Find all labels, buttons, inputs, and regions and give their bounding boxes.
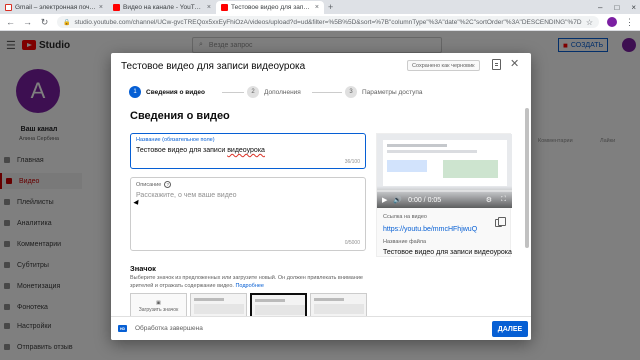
description-field[interactable]: Описание? Расскажите, о чем ваше видео 0…: [130, 177, 366, 251]
step-details[interactable]: 1 Сведения о видео: [129, 86, 205, 98]
video-frame: [383, 140, 507, 186]
lock-icon: 🔒: [63, 19, 71, 26]
video-frame-graphic: [443, 160, 498, 178]
next-button[interactable]: ДАЛЕЕ: [492, 321, 528, 337]
upload-details-dialog: Тестовое видео для записи видеоурока Сох…: [111, 53, 531, 340]
dialog-scrollbar[interactable]: [525, 108, 529, 248]
bookmark-star-icon[interactable]: ☆: [586, 18, 593, 27]
help-icon[interactable]: ?: [164, 181, 172, 188]
title-field[interactable]: Название (обязательное поле) Тестовое ви…: [130, 133, 366, 169]
dialog-footer: HD Обработка завершена ДАЛЕЕ: [111, 316, 531, 340]
step-number: 1: [129, 86, 141, 98]
title-char-counter: 36/100: [344, 159, 360, 165]
close-tab-icon[interactable]: ×: [207, 4, 211, 11]
hd-badge-icon: HD: [118, 325, 127, 332]
misspelled-word: видеоурока: [227, 147, 265, 154]
step-label: Параметры доступа: [362, 88, 423, 96]
dialog-title: Тестовое видео для записи видеоурока: [121, 61, 306, 72]
volume-icon[interactable]: 🔊: [393, 196, 402, 204]
step-visibility[interactable]: 3 Параметры доступа: [345, 86, 423, 98]
close-window-icon[interactable]: ×: [631, 3, 636, 12]
title-field-label: Название (обязательное поле): [136, 137, 215, 143]
play-icon[interactable]: ▶: [382, 196, 387, 204]
copy-icon[interactable]: [495, 217, 506, 227]
video-link[interactable]: https://youtu.be/mmcHFhjwuQ: [383, 226, 477, 233]
video-frame-graphic: [387, 160, 427, 172]
thumbnail-description: Выберите значок из предложенных или загр…: [130, 275, 365, 290]
close-icon[interactable]: ✕: [510, 57, 519, 70]
learn-more-link[interactable]: Подробнее: [235, 283, 264, 289]
description-placeholder: Расскажите, о чем ваше видео: [136, 192, 237, 199]
description-char-counter: 0/5000: [344, 240, 360, 246]
processing-status: Обработка завершена: [135, 325, 203, 332]
browser-tab-active[interactable]: Тестовое видео для записи вид ×: [216, 1, 324, 14]
new-tab-button[interactable]: +: [324, 1, 337, 14]
thumbnail-graphic: [314, 304, 364, 314]
close-tab-icon[interactable]: ×: [315, 4, 319, 11]
minimize-icon[interactable]: –: [598, 3, 602, 12]
address-bar[interactable]: 🔒 studio.youtube.com/channel/UCw-gvcTREQ…: [57, 16, 599, 28]
tab-title: Видео на канале - YouTube Studio: [123, 4, 204, 11]
youtube-favicon-icon: [221, 4, 228, 11]
step-connector: [312, 92, 342, 93]
browser-tab-studio[interactable]: Видео на канале - YouTube Studio ×: [108, 1, 216, 14]
browser-toolbar: ← → ↻ 🔒 studio.youtube.com/channel/UCw-g…: [0, 14, 640, 31]
title-field-value[interactable]: Тестовое видео для записи видеоурока: [136, 147, 265, 154]
browser-tabbar: Gmail – электронная почта и бесп × Видео…: [0, 0, 640, 14]
progress-bar[interactable]: [377, 190, 512, 192]
image-upload-icon: ▣: [156, 299, 161, 306]
browser-tab-gmail[interactable]: Gmail – электронная почта и бесп ×: [0, 1, 108, 14]
step-label: Дополнения: [264, 88, 301, 96]
section-heading: Сведения о видео: [130, 110, 230, 122]
window-controls: – □ ×: [598, 0, 636, 14]
step-number: 3: [345, 86, 357, 98]
gmail-favicon-icon: [5, 4, 12, 11]
address-text: studio.youtube.com/channel/UCw-gvcTREQox…: [74, 18, 582, 26]
step-number: 2: [247, 86, 259, 98]
video-player[interactable]: ▶ 🔊 0:00 / 0:05 ⚙ ⛶: [377, 134, 512, 208]
thumbnail-graphic: [255, 299, 285, 302]
step-label: Сведения о видео: [146, 88, 205, 96]
step-connector: [222, 92, 244, 93]
close-tab-icon[interactable]: ×: [99, 4, 103, 11]
reload-icon[interactable]: ↻: [40, 17, 49, 28]
fullscreen-icon[interactable]: ⛶: [501, 196, 506, 204]
browser-menu-icon[interactable]: ⋮: [625, 17, 634, 28]
thumbnail-heading: Значок: [130, 264, 156, 273]
maximize-icon[interactable]: □: [614, 3, 619, 12]
video-frame-graphic: [387, 150, 477, 153]
video-link-label: Ссылка на видео: [383, 214, 427, 220]
thumbnail-graphic: [314, 298, 344, 301]
settings-gear-icon[interactable]: ⚙: [486, 196, 492, 204]
forward-icon[interactable]: →: [23, 17, 32, 27]
player-left-controls: ▶ 🔊 0:00 / 0:05: [382, 196, 442, 205]
thumbnail-graphic: [255, 305, 305, 315]
video-frame-graphic: [387, 144, 447, 147]
description-field-label: Описание?: [136, 181, 172, 188]
description-label-text: Описание: [136, 181, 162, 188]
player-time: 0:00 / 0:05: [408, 196, 442, 204]
video-preview-card: ▶ 🔊 0:00 / 0:05 ⚙ ⛶ Ссылка на видео http…: [376, 133, 512, 257]
browser-profile-avatar[interactable]: [607, 17, 617, 27]
youtube-favicon-icon: [113, 4, 120, 11]
step-extras[interactable]: 2 Дополнения: [247, 86, 301, 98]
back-icon[interactable]: ←: [6, 17, 15, 27]
tab-title: Gmail – электронная почта и бесп: [15, 4, 96, 11]
filename-value: Тестовое видео для записи видеоурока: [383, 249, 512, 256]
draft-saved-badge: Сохранено как черновик: [407, 60, 480, 71]
upload-thumbnail-label: Загрузить значок: [138, 306, 179, 313]
send-feedback-icon[interactable]: [492, 59, 501, 70]
title-text: Тестовое видео для записи: [136, 147, 228, 154]
thumbnail-graphic: [194, 304, 244, 314]
upload-stepper: 1 Сведения о видео 2 Дополнения 3 Параме…: [129, 86, 429, 102]
tab-title: Тестовое видео для записи вид: [231, 4, 312, 11]
filename-label: Название файла: [383, 239, 427, 245]
thumbnail-graphic: [194, 298, 224, 301]
